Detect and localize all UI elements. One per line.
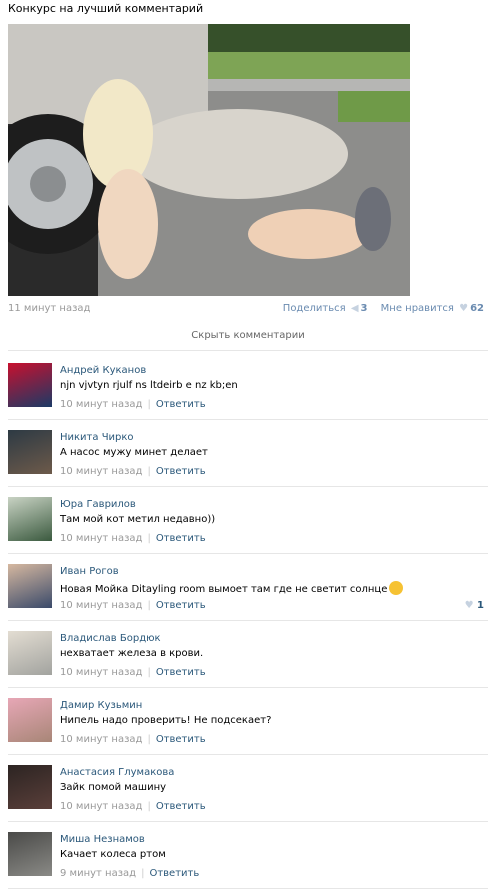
share-label: Поделиться (282, 303, 346, 314)
comment-like-count: 1 (477, 600, 484, 611)
comment-author[interactable]: Дамир Кузьмин (60, 700, 142, 711)
post-title: Конкурс на лучший комментарий (8, 2, 204, 15)
comment-item: Дамир Кузьмин Нипель надо проверить! Не п… (8, 688, 488, 755)
reply-button[interactable]: Ответить (156, 399, 206, 410)
heart-icon: ♥ (464, 600, 478, 611)
comment-author[interactable]: Иван Рогов (60, 566, 119, 577)
avatar[interactable] (8, 698, 52, 742)
comment-text: Нипель надо проверить! Не подсекает? (60, 715, 271, 726)
comment-time: 10 минут назад (60, 801, 143, 812)
comment-author[interactable]: Миша Незнамов (60, 834, 145, 845)
avatar[interactable] (8, 363, 52, 407)
reply-button[interactable]: Ответить (156, 667, 206, 678)
share-icon: ◀ (350, 303, 359, 314)
avatar[interactable] (8, 497, 52, 541)
comment-text: Зайк помой машину (60, 782, 166, 793)
comment-text-content: А насос мужу минет делает (60, 447, 208, 458)
avatar[interactable] (8, 832, 52, 876)
comment-item: Миша Незнамов Качает колеса ртом 9 минут н… (8, 822, 488, 889)
comment-footer: 10 минут назад | Ответить (60, 399, 206, 410)
reply-button[interactable]: Ответить (156, 734, 206, 745)
post-actions: Поделиться ◀ 3 Мне нравится ♥ 62 (279, 303, 484, 314)
separator: | (141, 868, 145, 879)
like-count: 62 (470, 303, 484, 314)
comment-text: нехватает железа в крови. (60, 648, 203, 659)
avatar[interactable] (8, 631, 52, 675)
photo-illustration (8, 24, 410, 296)
separator: | (147, 466, 151, 477)
comment-item: Анастасия Глумакова Зайк помой машину 10 м… (8, 755, 488, 822)
hide-comments-label: Скрыть комментарии (191, 330, 305, 341)
comment-text: njn vjvtyn rjulf ns ltdeirb e nz kb;en (60, 380, 238, 391)
comment-text-content: нехватает железа в крови. (60, 648, 204, 659)
reply-button[interactable]: Ответить (149, 868, 199, 879)
comment-time: 10 минут назад (60, 399, 143, 410)
share-count: 3 (360, 303, 368, 314)
separator: | (147, 801, 151, 812)
comment-footer: 10 минут назад | Ответить (60, 600, 206, 611)
like-button[interactable]: Мне нравится ♥ 62 (379, 303, 484, 314)
comment-item: Иван Рогов Новая Мойка Ditayling room вым… (8, 554, 488, 621)
separator: | (147, 600, 151, 611)
separator: | (147, 734, 151, 745)
comment-item: Юра Гаврилов Там мой кот метил недавно)) 1… (8, 487, 488, 554)
comment-time: 10 минут назад (60, 667, 143, 678)
separator: | (147, 533, 151, 544)
comment-time: 10 минут назад (60, 533, 143, 544)
comment-footer: 10 минут назад | Ответить (60, 533, 206, 544)
post-meta: 11 минут назад Поделиться ◀ 3 Мне нравитс… (8, 303, 484, 317)
reply-button[interactable]: Ответить (156, 600, 206, 611)
post-time: 11 минут назад (8, 303, 91, 314)
comment-text-content: Качает колеса ртом (60, 849, 166, 860)
comment-text: А насос мужу минет делает (60, 447, 208, 458)
comment-time: 10 минут назад (60, 600, 143, 611)
comment-text-content: njn vjvtyn rjulf ns ltdeirb e nz kb;en (60, 380, 238, 391)
heart-icon: ♥ (459, 303, 469, 314)
comment-like-button[interactable]: ♥ 1 (465, 600, 484, 611)
reply-button[interactable]: Ответить (156, 533, 206, 544)
share-button[interactable]: Поделиться ◀ 3 (281, 303, 368, 314)
comment-item: Андрей Куканов njn vjvtyn rjulf ns ltdeir… (8, 353, 488, 420)
comment-text-content: Новая Мойка Ditayling room вымоет там гд… (60, 584, 388, 595)
reply-button[interactable]: Ответить (156, 801, 206, 812)
comment-text: Новая Мойка Ditayling room вымоет там гд… (60, 581, 404, 595)
avatar[interactable] (8, 564, 52, 608)
comment-time: 9 минут назад (60, 868, 137, 879)
avatar[interactable] (8, 430, 52, 474)
comment-author[interactable]: Андрей Куканов (60, 365, 146, 376)
avatar[interactable] (8, 765, 52, 809)
comment-author[interactable]: Анастасия Глумакова (60, 767, 174, 778)
comment-footer: 10 минут назад | Ответить (60, 801, 206, 812)
hide-comments-link[interactable]: Скрыть комментарии (8, 330, 488, 351)
comment-footer: 10 минут назад | Ответить (60, 667, 206, 678)
smiley-emoji-icon (389, 581, 404, 595)
post-photo[interactable] (8, 24, 410, 296)
separator: | (147, 399, 151, 410)
comment-time: 10 минут назад (60, 734, 143, 745)
comment-text-content: Там мой кот метил недавно)) (60, 514, 216, 525)
like-label: Мне нравится (380, 303, 454, 314)
comment-author[interactable]: Никита Чирко (60, 432, 134, 443)
comment-author[interactable]: Владислав Бордюк (60, 633, 161, 644)
reply-button[interactable]: Ответить (156, 466, 206, 477)
comment-footer: 10 минут назад | Ответить (60, 466, 206, 477)
comment-time: 10 минут назад (60, 466, 143, 477)
separator: | (147, 667, 151, 678)
comment-text: Там мой кот метил недавно)) (60, 514, 215, 525)
comment-text: Качает колеса ртом (60, 849, 166, 860)
comment-footer: 10 минут назад | Ответить (60, 734, 206, 745)
comment-text-content: Нипель надо проверить! Не подсекает? (60, 715, 272, 726)
comment-author[interactable]: Юра Гаврилов (60, 499, 136, 510)
comment-text-content: Зайк помой машину (60, 782, 167, 793)
comment-item: Владислав Бордюк нехватает железа в крови… (8, 621, 488, 688)
comment-item: Никита Чирко А насос мужу минет делает 10 … (8, 420, 488, 487)
comment-footer: 9 минут назад | Ответить (60, 868, 199, 879)
